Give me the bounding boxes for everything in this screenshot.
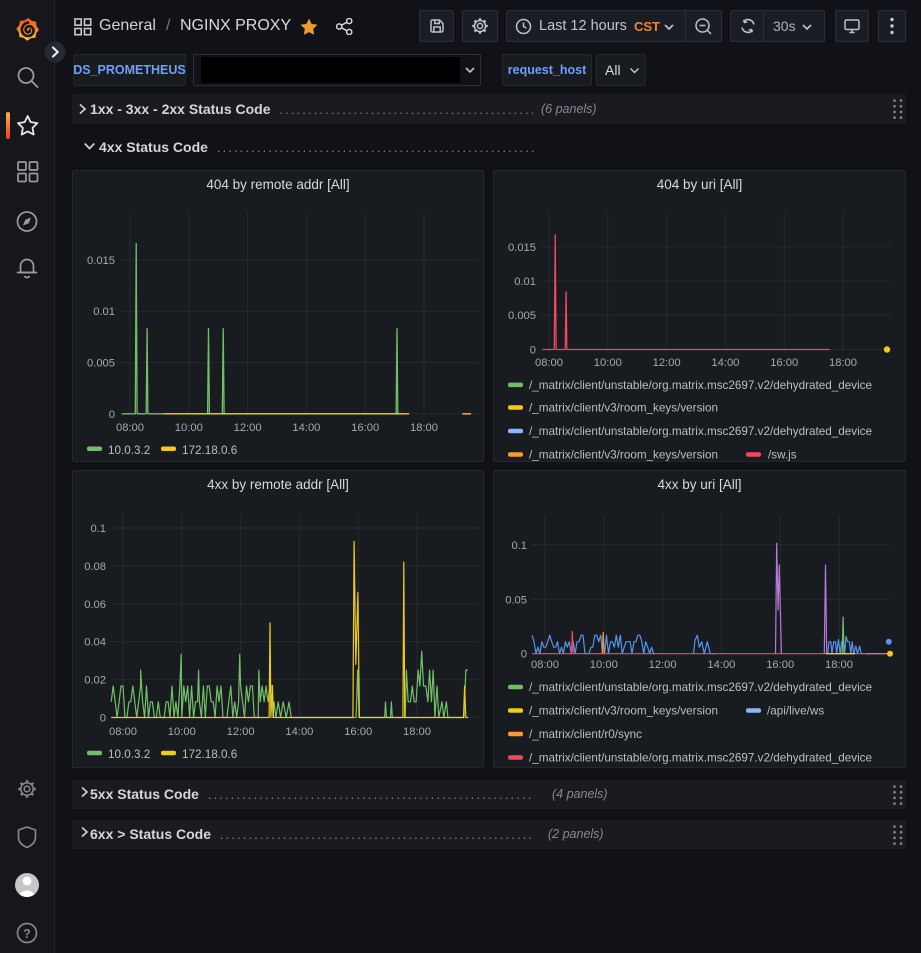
- svg-text:0: 0: [100, 713, 106, 725]
- svg-text:0.08: 0.08: [84, 561, 106, 573]
- svg-text:/_matrix/client/unstable/org.m: /_matrix/client/unstable/org.matrix.msc2…: [529, 752, 872, 765]
- svg-text:10.0.3.2: 10.0.3.2: [108, 444, 150, 457]
- svg-text:08:00: 08:00: [116, 422, 144, 434]
- svg-text:0.06: 0.06: [84, 599, 106, 611]
- svg-text:/_matrix/client/v3/room_keys/v: /_matrix/client/v3/room_keys/version: [529, 705, 718, 718]
- svg-text:10:00: 10:00: [590, 659, 618, 671]
- svg-text:12:00: 12:00: [234, 422, 262, 434]
- svg-text:12:00: 12:00: [227, 726, 255, 738]
- svg-text:18:00: 18:00: [829, 357, 857, 369]
- svg-text:08:00: 08:00: [531, 659, 559, 671]
- svg-text:0.01: 0.01: [514, 276, 536, 288]
- svg-text:18:00: 18:00: [825, 659, 853, 671]
- svg-text:0.015: 0.015: [508, 242, 536, 254]
- svg-text:0.02: 0.02: [84, 675, 106, 687]
- svg-text:0.04: 0.04: [84, 637, 106, 649]
- svg-text:14:00: 14:00: [707, 659, 735, 671]
- svg-text:0.05: 0.05: [505, 594, 527, 606]
- svg-text:172.18.0.6: 172.18.0.6: [182, 748, 237, 761]
- svg-text:/sw.js: /sw.js: [768, 449, 797, 462]
- svg-text:16:00: 16:00: [351, 422, 379, 434]
- svg-text:12:00: 12:00: [649, 659, 677, 671]
- svg-text:0.01: 0.01: [93, 306, 115, 318]
- svg-text:172.18.0.6: 172.18.0.6: [182, 444, 237, 457]
- svg-text:0.1: 0.1: [90, 523, 106, 535]
- svg-text:14:00: 14:00: [285, 726, 313, 738]
- svg-text:/_matrix/client/unstable/org.m: /_matrix/client/unstable/org.matrix.msc2…: [529, 681, 872, 694]
- svg-text:0: 0: [521, 649, 527, 661]
- svg-text:/_matrix/client/v3/room_keys/v: /_matrix/client/v3/room_keys/version: [529, 449, 718, 462]
- svg-text:12:00: 12:00: [653, 357, 681, 369]
- svg-text:10.0.3.2: 10.0.3.2: [108, 748, 150, 761]
- svg-text:16:00: 16:00: [766, 659, 794, 671]
- svg-text:/_matrix/client/r0/sync: /_matrix/client/r0/sync: [529, 728, 642, 741]
- svg-text:/_matrix/client/unstable/org.m: /_matrix/client/unstable/org.matrix.msc2…: [529, 425, 872, 438]
- svg-text:16:00: 16:00: [344, 726, 372, 738]
- svg-text:0.005: 0.005: [87, 358, 115, 370]
- svg-text:08:00: 08:00: [109, 726, 137, 738]
- svg-text:10:00: 10:00: [175, 422, 203, 434]
- svg-text:/api/live/ws: /api/live/ws: [767, 705, 824, 718]
- svg-text:18:00: 18:00: [410, 422, 438, 434]
- svg-text:/_matrix/client/unstable/org.m: /_matrix/client/unstable/org.matrix.msc2…: [529, 379, 872, 392]
- svg-text:18:00: 18:00: [403, 726, 431, 738]
- svg-text:0.015: 0.015: [87, 255, 115, 267]
- svg-text:10:00: 10:00: [168, 726, 196, 738]
- svg-text:0: 0: [109, 409, 115, 421]
- svg-text:16:00: 16:00: [770, 357, 798, 369]
- svg-text:?: ?: [23, 927, 31, 941]
- svg-text:14:00: 14:00: [292, 422, 320, 434]
- svg-text:0.1: 0.1: [511, 540, 527, 552]
- svg-text:08:00: 08:00: [535, 357, 563, 369]
- svg-text:10:00: 10:00: [594, 357, 622, 369]
- svg-text:0: 0: [530, 345, 536, 357]
- svg-text:14:00: 14:00: [711, 357, 739, 369]
- svg-text:0.005: 0.005: [508, 310, 536, 322]
- svg-text:/_matrix/client/v3/room_keys/v: /_matrix/client/v3/room_keys/version: [529, 402, 718, 415]
